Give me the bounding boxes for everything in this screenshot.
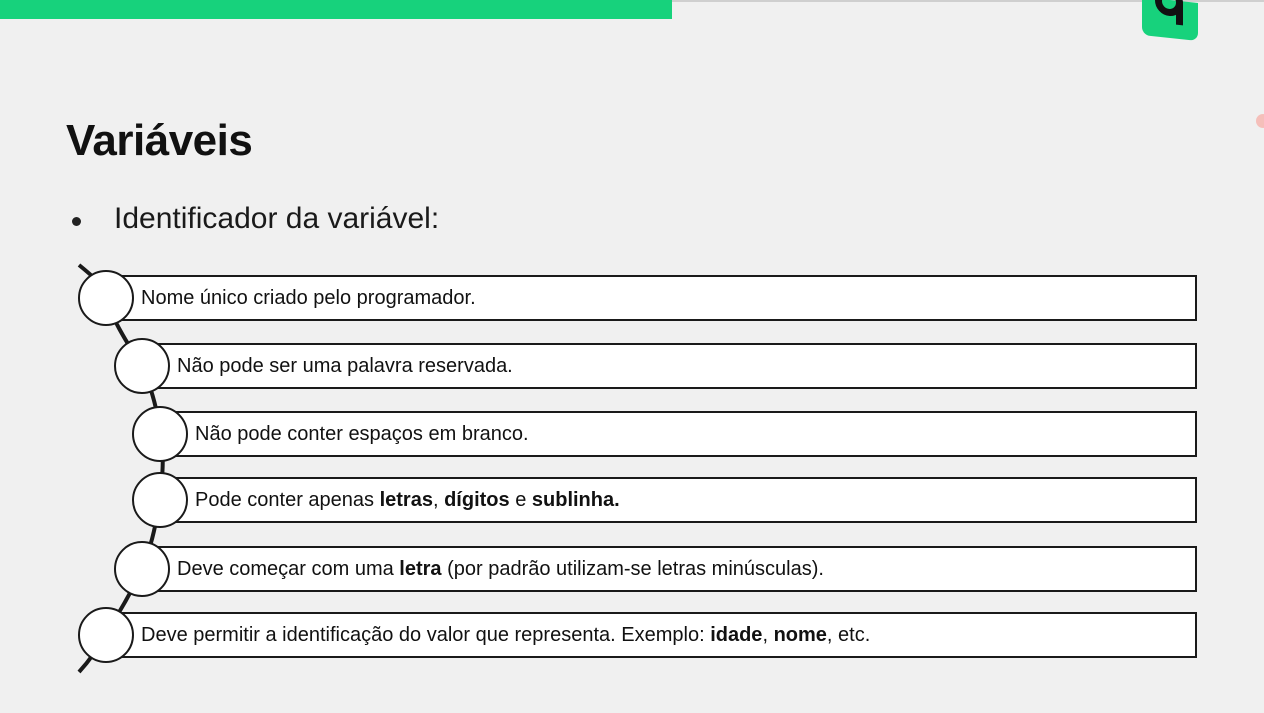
emphasis-text: idade [710, 623, 763, 646]
text-segment: Não pode ser uma palavra reservada. [177, 354, 513, 377]
list-item-text: Pode conter apenas letras, dígitos e sub… [195, 489, 620, 512]
timeline-node [114, 338, 170, 394]
timeline-node [132, 472, 188, 528]
text-segment: , etc. [826, 623, 871, 646]
emphasis-text: letra [399, 557, 442, 580]
emphasis-text: nome [773, 623, 827, 646]
text-segment: Deve permitir a identificação do valor q… [141, 623, 711, 646]
text-segment: e [509, 488, 532, 511]
text-segment: Deve começar com uma [177, 557, 400, 580]
text-segment: Nome único criado pelo programador. [141, 286, 476, 309]
list-item: Nome único criado pelo programador. [108, 275, 1197, 321]
list-item: Não pode ser uma palavra reservada. [144, 343, 1197, 389]
list-item: Pode conter apenas letras, dígitos e sub… [162, 477, 1197, 523]
text-segment: Não pode conter espaços em branco. [195, 422, 529, 445]
emphasis-text: dígitos [444, 488, 510, 511]
list-item-text: Não pode conter espaços em branco. [195, 423, 529, 446]
list-item-text: Deve permitir a identificação do valor q… [141, 624, 870, 647]
text-segment: , [762, 623, 774, 646]
emphasis-text: sublinha. [531, 488, 620, 511]
list-item: Deve permitir a identificação do valor q… [108, 612, 1197, 658]
text-segment: , [432, 488, 445, 511]
timeline-node [132, 406, 188, 462]
list-item-text: Deve começar com uma letra (por padrão u… [177, 558, 824, 581]
list-item-text: Nome único criado pelo programador. [141, 287, 476, 310]
timeline-node [78, 270, 134, 326]
list-item-text: Não pode ser uma palavra reservada. [177, 355, 513, 378]
emphasis-text: letras [379, 488, 433, 511]
timeline-node [78, 607, 134, 663]
text-segment: Pode conter apenas [195, 488, 380, 511]
text-segment: (por padrão utilizam-se letras minúscula… [441, 557, 824, 580]
timeline-node [114, 541, 170, 597]
list-item: Deve começar com uma letra (por padrão u… [144, 546, 1197, 592]
list-item: Não pode conter espaços em branco. [162, 411, 1197, 457]
